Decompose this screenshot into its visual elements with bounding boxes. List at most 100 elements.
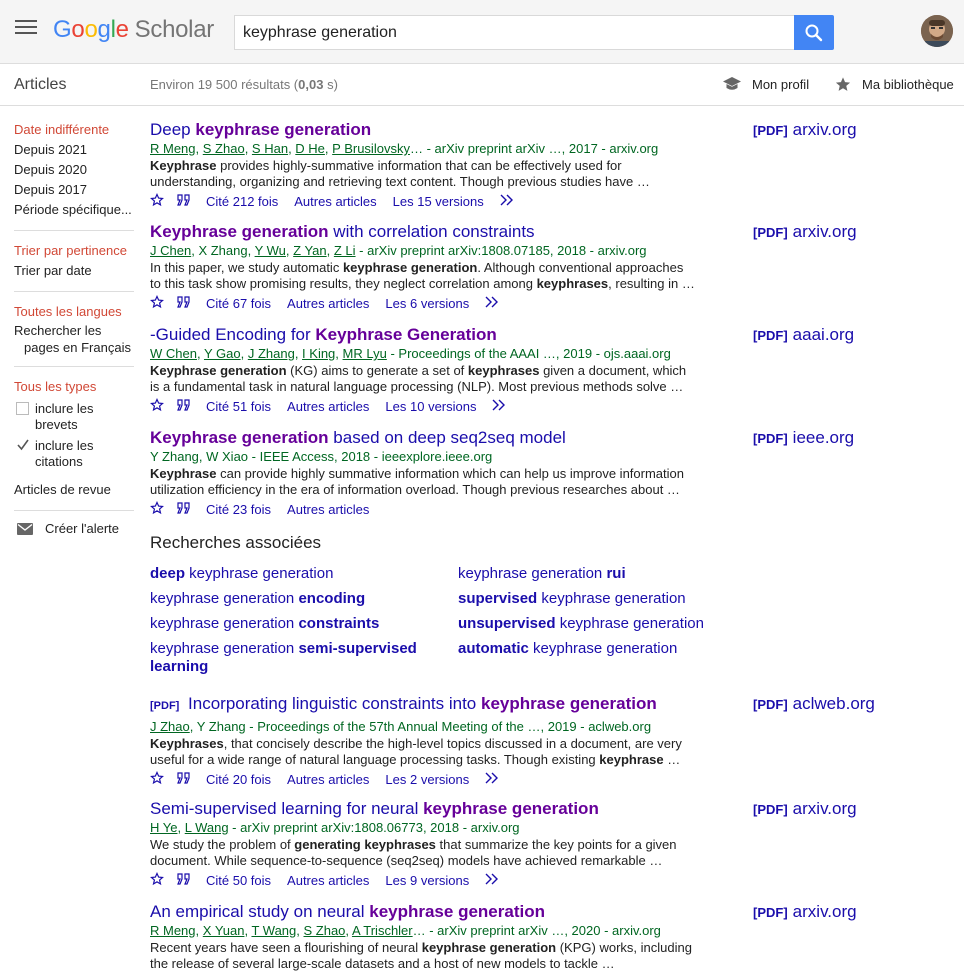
filter-all-languages[interactable]: Toutes les langues xyxy=(14,302,134,322)
related-articles-link[interactable]: Autres articles xyxy=(287,502,369,517)
result-title[interactable]: An empirical study on neural keyphrase g… xyxy=(150,902,710,922)
author-link[interactable]: D He xyxy=(295,141,325,156)
my-profile-link[interactable]: Mon profil xyxy=(722,76,809,92)
related-search-link[interactable]: keyphrase generation rui xyxy=(458,565,748,583)
sort-by-relevance[interactable]: Trier par pertinence xyxy=(14,241,134,261)
author-link[interactable]: X Yuan xyxy=(203,923,245,938)
author-link[interactable]: W Chen xyxy=(150,346,197,361)
cite-quote-icon[interactable] xyxy=(176,771,192,787)
pdf-link[interactable]: [PDF] arxiv.org xyxy=(753,222,857,242)
author-link[interactable]: J Zhao xyxy=(150,719,190,734)
filter-since-2017[interactable]: Depuis 2017 xyxy=(14,180,134,200)
author-link[interactable]: H Ye xyxy=(150,820,177,835)
pdf-link[interactable]: [PDF] aclweb.org xyxy=(753,694,875,714)
versions-link[interactable]: Les 9 versions xyxy=(385,873,469,888)
save-star-icon[interactable] xyxy=(150,192,164,210)
avatar[interactable] xyxy=(921,15,953,47)
filter-french-pages[interactable]: Rechercher les pages en Français xyxy=(14,322,134,356)
more-double-chevron-icon[interactable] xyxy=(485,296,499,311)
author-link[interactable]: S Han xyxy=(252,141,288,156)
author-link[interactable]: R Meng xyxy=(150,923,196,938)
cite-quote-icon[interactable] xyxy=(176,295,192,311)
author-link[interactable]: T Wang xyxy=(251,923,296,938)
cite-quote-icon[interactable] xyxy=(176,872,192,888)
author-link[interactable]: A Trischler xyxy=(352,923,413,938)
related-articles-link[interactable]: Autres articles xyxy=(287,873,369,888)
related-search-link[interactable]: automatic keyphrase generation xyxy=(458,640,748,658)
versions-link[interactable]: Les 10 versions xyxy=(385,399,476,414)
versions-link[interactable]: Les 15 versions xyxy=(393,194,484,209)
search-input[interactable] xyxy=(243,16,783,49)
related-articles-link[interactable]: Autres articles xyxy=(287,772,369,787)
save-star-icon[interactable] xyxy=(150,871,164,889)
cite-quote-icon[interactable] xyxy=(176,501,192,517)
versions-link[interactable]: Les 6 versions xyxy=(385,296,469,311)
more-double-chevron-icon[interactable] xyxy=(500,194,514,209)
related-articles-link[interactable]: Autres articles xyxy=(287,399,369,414)
include-citations-checkbox[interactable]: inclure les citations xyxy=(14,438,134,470)
pdf-link[interactable]: [PDF] arxiv.org xyxy=(753,902,857,922)
pdf-link[interactable]: [PDF] aaai.org xyxy=(753,325,854,345)
author-link[interactable]: L Wang xyxy=(185,820,229,835)
cite-quote-icon[interactable] xyxy=(176,193,192,209)
more-double-chevron-icon[interactable] xyxy=(485,772,499,787)
related-search-link[interactable]: keyphrase generation constraints xyxy=(150,615,440,633)
related-articles-link[interactable]: Autres articles xyxy=(287,296,369,311)
pdf-link[interactable]: [PDF] arxiv.org xyxy=(753,120,857,140)
related-search-link[interactable]: deep keyphrase generation xyxy=(150,565,440,583)
result-title[interactable]: [PDF] Incorporating linguistic constrain… xyxy=(150,694,710,716)
menu-icon[interactable] xyxy=(15,20,37,40)
search-button[interactable] xyxy=(794,15,834,50)
result-title[interactable]: -Guided Encoding for Keyphrase Generatio… xyxy=(150,325,710,345)
save-star-icon[interactable] xyxy=(150,770,164,788)
cited-by-link[interactable]: Cité 23 fois xyxy=(206,502,271,517)
save-star-icon[interactable] xyxy=(150,397,164,415)
versions-link[interactable]: Les 2 versions xyxy=(385,772,469,787)
google-scholar-logo[interactable]: Google Scholar xyxy=(53,16,214,44)
more-double-chevron-icon[interactable] xyxy=(492,399,506,414)
result-title[interactable]: Keyphrase generation based on deep seq2s… xyxy=(150,428,710,448)
save-star-icon[interactable] xyxy=(150,500,164,518)
result-title[interactable]: Deep keyphrase generation xyxy=(150,120,710,140)
more-double-chevron-icon[interactable] xyxy=(485,873,499,888)
filter-since-2020[interactable]: Depuis 2020 xyxy=(14,160,134,180)
filter-review-articles[interactable]: Articles de revue xyxy=(14,480,134,500)
include-patents-checkbox[interactable]: inclure les brevets xyxy=(14,401,134,433)
related-search-link[interactable]: keyphrase generation semi-supervised lea… xyxy=(150,640,430,676)
pdf-link[interactable]: [PDF] ieee.org xyxy=(753,428,854,448)
save-star-icon[interactable] xyxy=(150,294,164,312)
articles-label[interactable]: Articles xyxy=(14,76,66,94)
author-link[interactable]: Z Yan xyxy=(293,243,326,258)
result-title[interactable]: Semi-supervised learning for neural keyp… xyxy=(150,799,710,819)
cited-by-link[interactable]: Cité 50 fois xyxy=(206,873,271,888)
author-link[interactable]: S Zhao xyxy=(203,141,245,156)
author-link[interactable]: J Zhang xyxy=(248,346,295,361)
sort-by-date[interactable]: Trier par date xyxy=(14,261,134,281)
cited-by-link[interactable]: Cité 67 fois xyxy=(206,296,271,311)
author-link[interactable]: I King xyxy=(302,346,335,361)
cited-by-link[interactable]: Cité 212 fois xyxy=(206,194,278,209)
my-library-link[interactable]: Ma bibliothèque xyxy=(834,76,954,93)
pdf-link[interactable]: [PDF] arxiv.org xyxy=(753,799,857,819)
author-link[interactable]: Y Gao xyxy=(204,346,241,361)
author-link[interactable]: R Meng xyxy=(150,141,196,156)
related-search-link[interactable]: keyphrase generation encoding xyxy=(150,590,440,608)
author-link[interactable]: P Brusilovsky xyxy=(332,141,410,156)
related-search-link[interactable]: supervised keyphrase generation xyxy=(458,590,748,608)
cited-by-link[interactable]: Cité 20 fois xyxy=(206,772,271,787)
result-title[interactable]: Keyphrase generation with correlation co… xyxy=(150,222,710,242)
author-link[interactable]: Y Wu xyxy=(255,243,286,258)
filter-all-types[interactable]: Tous les types xyxy=(14,377,134,397)
author-link[interactable]: J Chen xyxy=(150,243,191,258)
cite-quote-icon[interactable] xyxy=(176,398,192,414)
filter-since-2021[interactable]: Depuis 2021 xyxy=(14,140,134,160)
related-search-link[interactable]: unsupervised keyphrase generation xyxy=(458,615,748,633)
related-articles-link[interactable]: Autres articles xyxy=(294,194,376,209)
cited-by-link[interactable]: Cité 51 fois xyxy=(206,399,271,414)
author-link[interactable]: MR Lyu xyxy=(343,346,387,361)
filter-custom-range[interactable]: Période spécifique... xyxy=(14,200,134,220)
create-alert-link[interactable]: Créer l'alerte xyxy=(14,521,134,536)
author-link[interactable]: Z Li xyxy=(334,243,356,258)
filter-any-date[interactable]: Date indifférente xyxy=(14,120,134,140)
author-link[interactable]: S Zhao xyxy=(304,923,346,938)
